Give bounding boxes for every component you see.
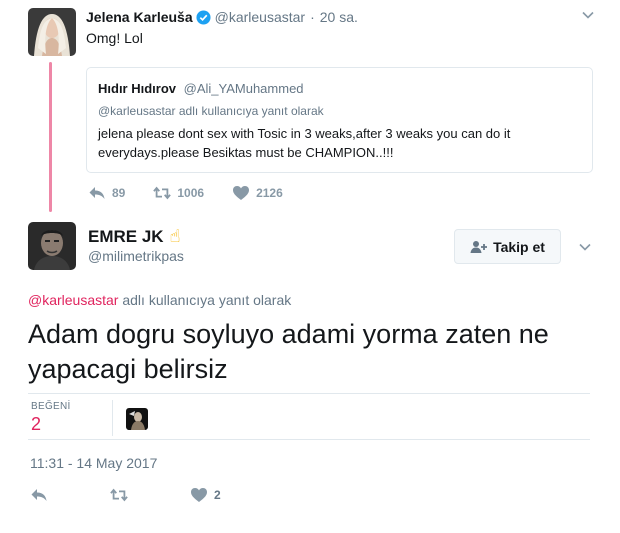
liker-avatar[interactable] (126, 408, 148, 430)
thread-line (49, 62, 52, 212)
quoted-author-name: Hıdır Hıdırov (98, 81, 177, 96)
reply-context-suffix: adlı kullanıcıya yanıt olarak (118, 292, 292, 308)
reply-button[interactable]: 89 (88, 185, 125, 201)
likes-divider (112, 400, 113, 436)
likes-count[interactable]: 2 (31, 414, 41, 435)
tweet-timestamp[interactable]: 11:31 - 14 May 2017 (30, 455, 157, 471)
parent-time[interactable]: 20 sa. (320, 8, 358, 26)
quoted-author-handle: @Ali_YAMuhammed (183, 81, 304, 96)
retweet-count: 1006 (177, 186, 205, 200)
main-author-handle[interactable]: @milimetrikpas (88, 248, 184, 264)
main-avatar[interactable] (28, 222, 76, 270)
verified-badge-icon (196, 9, 211, 25)
main-actions: 2 (30, 485, 221, 505)
pointing-up-emoji: ☝ (169, 226, 181, 246)
follow-user-icon (470, 240, 488, 253)
heart-icon (191, 488, 207, 502)
parent-author-handle[interactable]: @karleusastar (215, 8, 305, 26)
quoted-header: Hıdır Hıdırov @Ali_YAMuhammed (98, 81, 304, 96)
reply-to-link[interactable]: @karleusastar (28, 292, 118, 308)
reply-button[interactable] (30, 487, 48, 503)
parent-author-name[interactable]: Jelena Karleuša (86, 8, 193, 26)
follow-button[interactable]: Takip et (454, 229, 561, 264)
quoted-reply-context: @karleusastar adlı kullanıcıya yanıt ola… (98, 104, 324, 118)
main-tweet-text: Adam dogru soyluyo adami yorma zaten ne … (28, 319, 549, 384)
parent-header: Jelena Karleuša @karleusastar · 20 sa. (86, 8, 358, 26)
reply-icon (31, 489, 47, 501)
parent-actions: 89 1006 2126 (88, 183, 303, 203)
retweet-button[interactable]: 1006 (153, 185, 204, 201)
quoted-tweet-text: jelena please dont sex with Tosic in 3 w… (98, 126, 511, 160)
header-separator: · (310, 9, 315, 25)
like-button[interactable]: 2126 (232, 185, 283, 201)
like-count: 2126 (256, 186, 283, 200)
follow-button-label: Takip et (493, 238, 545, 255)
reply-count: 89 (112, 186, 126, 200)
chevron-down-icon[interactable] (578, 240, 592, 254)
reply-context: @karleusastar adlı kullanıcıya yanıt ola… (28, 292, 291, 308)
like-button[interactable]: 2 (190, 487, 221, 503)
likes-summary: BEĞENİ 2 (28, 393, 590, 440)
parent-avatar[interactable] (28, 8, 76, 56)
main-author-name-row: EMRE JK ☝ (88, 226, 181, 247)
retweet-icon (153, 186, 172, 200)
like-count: 2 (214, 488, 221, 502)
likes-label: BEĞENİ (31, 401, 71, 412)
main-author-name[interactable]: EMRE JK (88, 227, 164, 247)
heart-icon (233, 186, 250, 200)
reply-icon (89, 187, 105, 199)
retweet-icon (110, 488, 128, 502)
quoted-tweet[interactable]: Hıdır Hıdırov @Ali_YAMuhammed @karleusas… (86, 67, 593, 173)
parent-tweet-text: Omg! Lol (86, 30, 143, 46)
retweet-button[interactable] (110, 487, 128, 503)
chevron-down-icon[interactable] (581, 8, 595, 22)
